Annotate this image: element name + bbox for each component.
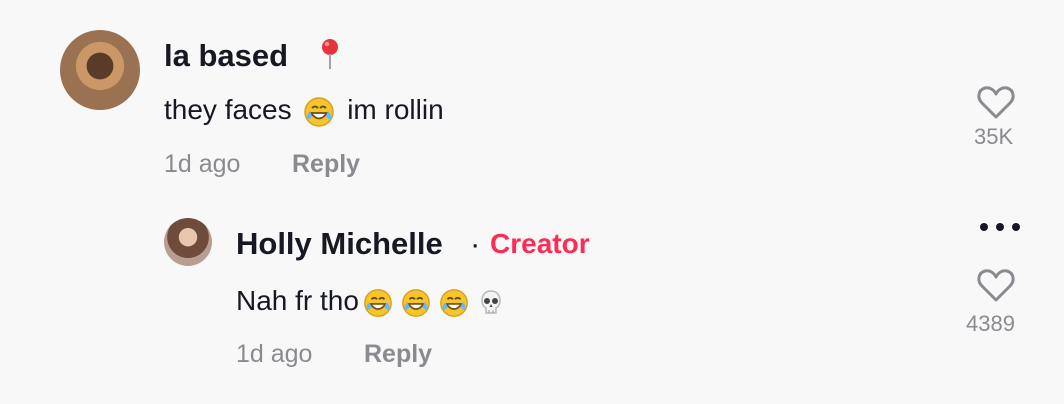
reply-time: 1d ago — [236, 340, 313, 368]
reply-author-name[interactable]: Holly Michelle — [236, 226, 443, 262]
laughing-emoji-icon — [440, 288, 468, 317]
heart-icon[interactable] — [976, 84, 1016, 120]
reply-like-count: 4389 — [966, 311, 1015, 336]
comment-like-count: 35K — [974, 124, 1014, 149]
reply-reply-button[interactable]: Reply — [364, 340, 432, 369]
reply-author-avatar[interactable] — [164, 218, 212, 266]
comment-author-avatar[interactable] — [60, 30, 140, 110]
creator-badge: Creator — [490, 228, 590, 259]
comment-time: 1d ago — [164, 150, 241, 178]
laughing-emoji-icon — [402, 288, 430, 317]
comment-thread: la based they faces im rollin 1d ago Rep… — [0, 0, 1064, 404]
laughing-emoji-icon — [304, 96, 335, 127]
reply-text: Nah fr tho — [236, 285, 509, 319]
more-options-icon[interactable] — [978, 220, 1022, 234]
comment-text-before: they faces — [164, 94, 292, 125]
skull-emoji-icon — [481, 289, 501, 314]
comment-text: they faces im rollin — [164, 94, 444, 129]
comment-author-name[interactable]: la based — [164, 38, 288, 74]
comment-text-after: im rollin — [347, 94, 444, 125]
laughing-emoji-icon — [364, 288, 392, 317]
pin-icon — [322, 39, 338, 69]
comment-reply-button[interactable]: Reply — [292, 150, 360, 179]
reply-text-content: Nah fr tho — [236, 285, 359, 316]
name-separator: · — [470, 226, 481, 261]
heart-icon[interactable] — [976, 267, 1016, 303]
